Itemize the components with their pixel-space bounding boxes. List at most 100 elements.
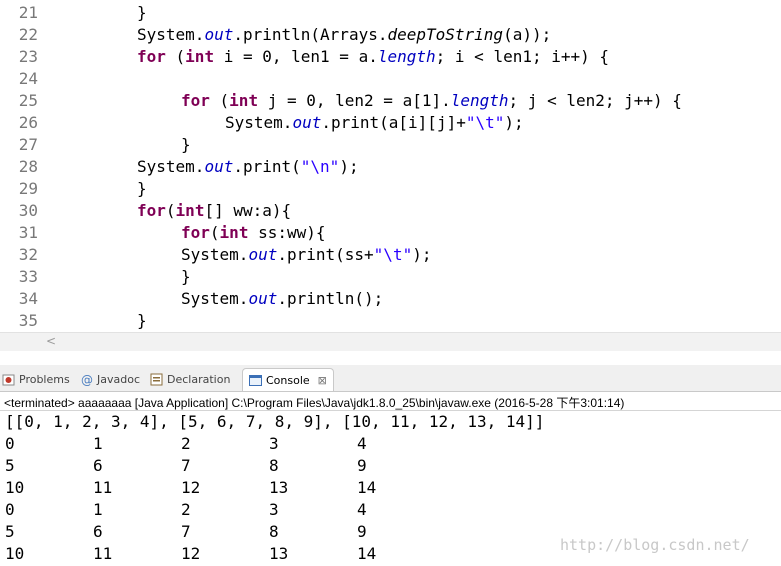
code-token: System. [225,113,293,132]
code-editor[interactable]: 21} 22 System.out.println(Arrays.deepToStr… [0,0,781,332]
code-text: } [137,310,147,332]
code-line: 34 System.out.println(); [0,288,781,310]
code-line: 33} [0,266,781,288]
console-output-value: 3 [269,500,279,519]
code-line: 25 for (int j = 0, len2 = a[1].length; j … [0,90,781,112]
tab-declaration[interactable]: Declaration [150,368,230,390]
console-output-value: 10 [5,478,25,497]
code-token: System. [137,157,205,176]
declaration-icon [150,373,163,386]
line-number: 32 [18,245,38,264]
code-text: for (int j = 0, len2 = a[1].length; j < … [181,90,682,112]
code-line: 22 System.out.println(Arrays.deepToString… [0,24,781,46]
console-output-row: 5 6 7 8 9 [0,455,781,477]
console-output-row: 0 1 2 3 4 [0,433,781,455]
code-token: out [204,157,234,176]
svg-text:@: @ [81,373,93,386]
line-number: 30 [18,201,38,220]
code-token: int [175,201,205,220]
code-line: 28 System.out.print("\n"); [0,156,781,178]
tab-javadoc[interactable]: @ Javadoc [80,368,140,390]
code-token: for [181,223,210,242]
code-token: } [137,3,147,22]
code-token: out [248,245,278,264]
console-output-value: 2 [181,500,191,519]
code-token: System. [137,25,205,44]
console-process-label: <terminated> aaaaaaaa [Java Application]… [4,396,625,410]
code-line: 26 System.out.print(a[i][j]+"\t"); [0,112,781,134]
code-token: ( [165,201,176,220]
code-token: int [219,223,249,242]
code-text: System.out.print("\n"); [137,156,359,178]
code-token: length [450,91,509,110]
console-output-row: 10 11 12 13 14 [0,477,781,499]
console-output-value: 7 [181,456,191,475]
console-output-value: 14 [357,544,377,563]
code-token: [] ww:a){ [204,201,292,220]
code-token: "\t" [465,113,505,132]
code-token: ); [504,113,524,132]
line-number: 35 [18,311,38,330]
code-token: for [137,201,166,220]
javadoc-icon: @ [80,373,93,387]
console-output-value: 5 [5,456,15,475]
console-output-value: 4 [357,434,367,453]
scroll-left-arrow-icon[interactable]: < [46,334,56,348]
tab-console[interactable]: Console ⊠ [242,368,334,391]
code-token: deepToString [387,25,504,44]
code-token: out [248,289,278,308]
console-output-value: 1 [93,434,103,453]
code-token: } [181,135,191,154]
console-output-value: 6 [93,522,103,541]
watermark: http://blog.csdn.net/ [560,536,750,554]
tab-problems[interactable]: Problems [2,368,70,390]
console-output-value: 7 [181,522,191,541]
code-text: System.out.print(ss+"\t"); [181,244,431,266]
console-output-value: 2 [181,434,191,453]
close-icon[interactable]: ⊠ [318,374,327,387]
console-output-value: 11 [93,478,113,497]
code-text: } [181,134,191,156]
console-output-value: 0 [5,500,15,519]
code-token: for [181,91,210,110]
line-number: 28 [18,157,38,176]
console-array-output: [[0, 1, 2, 3, 4], [5, 6, 7, 8, 9], [10, … [5,412,545,431]
code-text: for (int i = 0, len1 = a.length; i < len… [137,46,609,68]
code-token: ( [165,47,186,66]
console-icon [249,374,262,387]
editor-view-divider [0,351,781,365]
code-token: ; j < len2; j++) { [508,91,682,110]
code-token: } [137,311,147,330]
console-output-value: 9 [357,456,367,475]
code-token: "\t" [373,245,413,264]
view-tab-bar: Problems @ Javadoc Declaration Console ⊠ [0,365,781,392]
tab-label: Javadoc [97,372,140,386]
code-line: 23 for (int i = 0, len1 = a.length; i < l… [0,46,781,68]
code-text: for(int ss:ww){ [181,222,326,244]
console-output-value: 12 [181,478,201,497]
code-token: ); [339,157,359,176]
code-token: .println(Arrays. [233,25,388,44]
horizontal-scrollbar[interactable]: < [0,332,781,351]
tab-label: Declaration [167,372,231,386]
code-token: out [292,113,322,132]
console-output-value: 13 [269,544,289,563]
code-token: int [229,91,259,110]
line-number: 23 [18,47,38,66]
console-output-value: 8 [269,456,279,475]
code-line: 35} [0,310,781,332]
code-line: 31 for(int ss:ww){ [0,222,781,244]
code-token: } [137,179,147,198]
code-line: 29} [0,178,781,200]
code-token: "\n" [300,157,340,176]
console-output-value: 5 [5,522,15,541]
line-number: 27 [18,135,38,154]
code-token: .print(a[i][j]+ [321,113,466,132]
line-number: 33 [18,267,38,286]
console-output-value: 4 [357,500,367,519]
code-token: ( [209,223,220,242]
code-token: .print(ss+ [277,245,374,264]
code-token: i = 0, len1 = a. [214,47,378,66]
console-output-value: 10 [5,544,25,563]
code-token: out [204,25,234,44]
